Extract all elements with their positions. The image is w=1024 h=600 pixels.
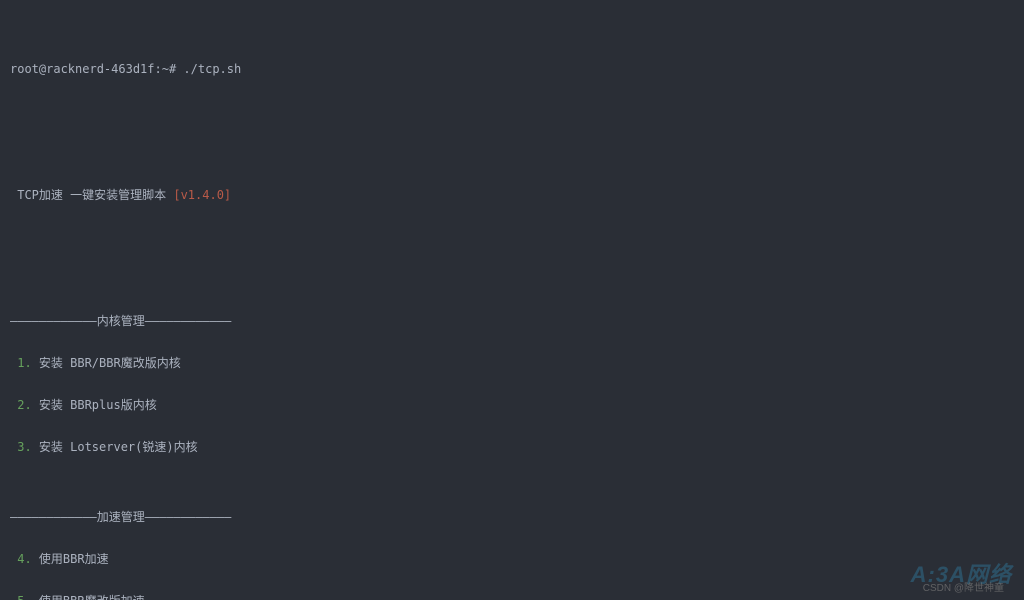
section-accel-header: ————————————加速管理———————————— <box>10 510 1014 524</box>
blank-line <box>10 118 1014 132</box>
version-tag: [v1.4.0] <box>173 188 231 202</box>
script-title: TCP加速 一键安装管理脚本 [v1.4.0] <box>10 188 1014 202</box>
blank-line <box>10 244 1014 258</box>
csdn-credit: CSDN @降世神童 <box>923 582 1004 596</box>
menu-item-1[interactable]: 1. 安装 BBR/BBR魔改版内核 <box>10 356 1014 370</box>
terminal[interactable]: root@racknerd-463d1f:~# ./tcp.sh TCP加速 一… <box>0 0 1024 600</box>
section-kernel-header: ————————————内核管理———————————— <box>10 314 1014 328</box>
menu-item-4[interactable]: 4. 使用BBR加速 <box>10 552 1014 566</box>
prompt-line: root@racknerd-463d1f:~# ./tcp.sh <box>10 62 1014 76</box>
prompt-userhost: root@racknerd-463d1f <box>10 62 155 76</box>
menu-item-2[interactable]: 2. 安装 BBRplus版内核 <box>10 398 1014 412</box>
entered-command: ./tcp.sh <box>183 62 241 76</box>
menu-item-5[interactable]: 5. 使用BBR魔改版加速 <box>10 594 1014 600</box>
menu-item-3[interactable]: 3. 安装 Lotserver(锐速)内核 <box>10 440 1014 454</box>
